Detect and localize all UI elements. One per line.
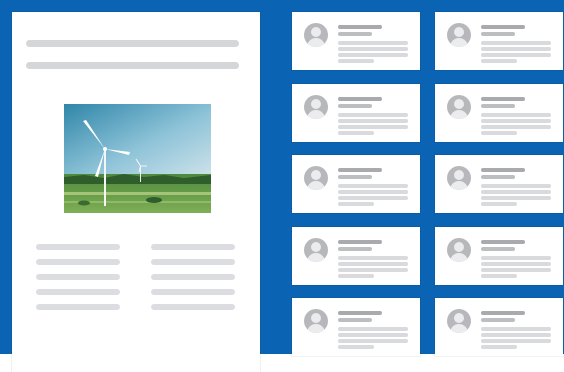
text-column-right: [151, 244, 235, 319]
meta-line: [338, 175, 372, 179]
name-line: [338, 240, 382, 244]
text-line: [338, 196, 408, 200]
text-line: [481, 53, 551, 57]
text-line: [481, 274, 517, 278]
name-line: [481, 311, 525, 315]
text-line: [338, 202, 374, 206]
user-avatar-icon: [304, 238, 328, 262]
text-line: [151, 259, 235, 265]
meta-line: [338, 247, 372, 251]
text-line: [338, 59, 374, 63]
meta-line: [338, 32, 372, 36]
text-line: [481, 333, 551, 337]
profile-card[interactable]: [292, 155, 420, 213]
name-line: [338, 311, 382, 315]
user-avatar-icon: [447, 166, 471, 190]
title-line: [26, 40, 239, 47]
text-line: [338, 339, 408, 343]
text-line: [338, 327, 408, 331]
user-avatar-icon: [304, 309, 328, 333]
text-line: [338, 262, 408, 266]
profile-card[interactable]: [292, 84, 420, 142]
text-line: [36, 274, 120, 280]
text-line: [481, 41, 551, 45]
text-line: [36, 304, 120, 310]
meta-line: [338, 104, 372, 108]
text-line: [338, 53, 408, 57]
text-line: [338, 119, 408, 123]
text-column-left: [36, 244, 120, 319]
text-line: [481, 190, 551, 194]
text-line: [481, 47, 551, 51]
subtitle-line: [26, 62, 239, 69]
name-line: [481, 97, 525, 101]
user-avatar-icon: [304, 166, 328, 190]
text-line: [338, 113, 408, 117]
text-line: [151, 244, 235, 250]
user-avatar-icon: [447, 309, 471, 333]
text-line: [481, 327, 551, 331]
text-line: [338, 184, 408, 188]
profile-card[interactable]: [435, 84, 563, 142]
text-line: [338, 125, 408, 129]
text-line: [338, 333, 408, 337]
meta-line: [338, 318, 372, 322]
user-avatar-icon: [447, 23, 471, 47]
profile-card[interactable]: [292, 227, 420, 285]
text-line: [36, 244, 120, 250]
text-line: [481, 113, 551, 117]
profile-card[interactable]: [292, 298, 420, 356]
document-preview[interactable]: [12, 12, 260, 372]
text-line: [36, 259, 120, 265]
user-avatar-icon: [447, 238, 471, 262]
hero-image: [64, 104, 211, 213]
text-line: [481, 125, 551, 129]
text-line: [338, 190, 408, 194]
text-line: [481, 131, 517, 135]
text-line: [338, 256, 408, 260]
name-line: [338, 97, 382, 101]
text-line: [481, 262, 551, 266]
text-line: [481, 184, 551, 188]
name-line: [481, 25, 525, 29]
name-line: [338, 168, 382, 172]
meta-line: [481, 32, 515, 36]
name-line: [338, 25, 382, 29]
user-avatar-icon: [304, 95, 328, 119]
text-line: [481, 256, 551, 260]
text-line: [338, 131, 374, 135]
profile-card[interactable]: [435, 227, 563, 285]
profile-card[interactable]: [435, 155, 563, 213]
text-line: [151, 289, 235, 295]
user-avatar-icon: [304, 23, 328, 47]
meta-line: [481, 175, 515, 179]
wind-turbine-image: [64, 104, 211, 213]
app-canvas: [0, 0, 564, 372]
meta-line: [481, 318, 515, 322]
text-line: [338, 345, 374, 349]
text-line: [36, 289, 120, 295]
name-line: [481, 240, 525, 244]
text-line: [481, 339, 551, 343]
meta-line: [481, 247, 515, 251]
text-line: [481, 196, 551, 200]
text-line: [338, 274, 374, 278]
text-line: [481, 202, 517, 206]
text-line: [338, 47, 408, 51]
meta-line: [481, 104, 515, 108]
profile-card[interactable]: [435, 12, 563, 70]
text-line: [338, 41, 408, 45]
text-line: [151, 274, 235, 280]
user-avatar-icon: [447, 95, 471, 119]
text-line: [481, 345, 517, 349]
text-line: [151, 304, 235, 310]
profile-card[interactable]: [292, 12, 420, 70]
text-line: [481, 119, 551, 123]
text-line: [481, 59, 517, 63]
text-line: [481, 268, 551, 272]
profile-card[interactable]: [435, 298, 563, 356]
text-line: [338, 268, 408, 272]
name-line: [481, 168, 525, 172]
